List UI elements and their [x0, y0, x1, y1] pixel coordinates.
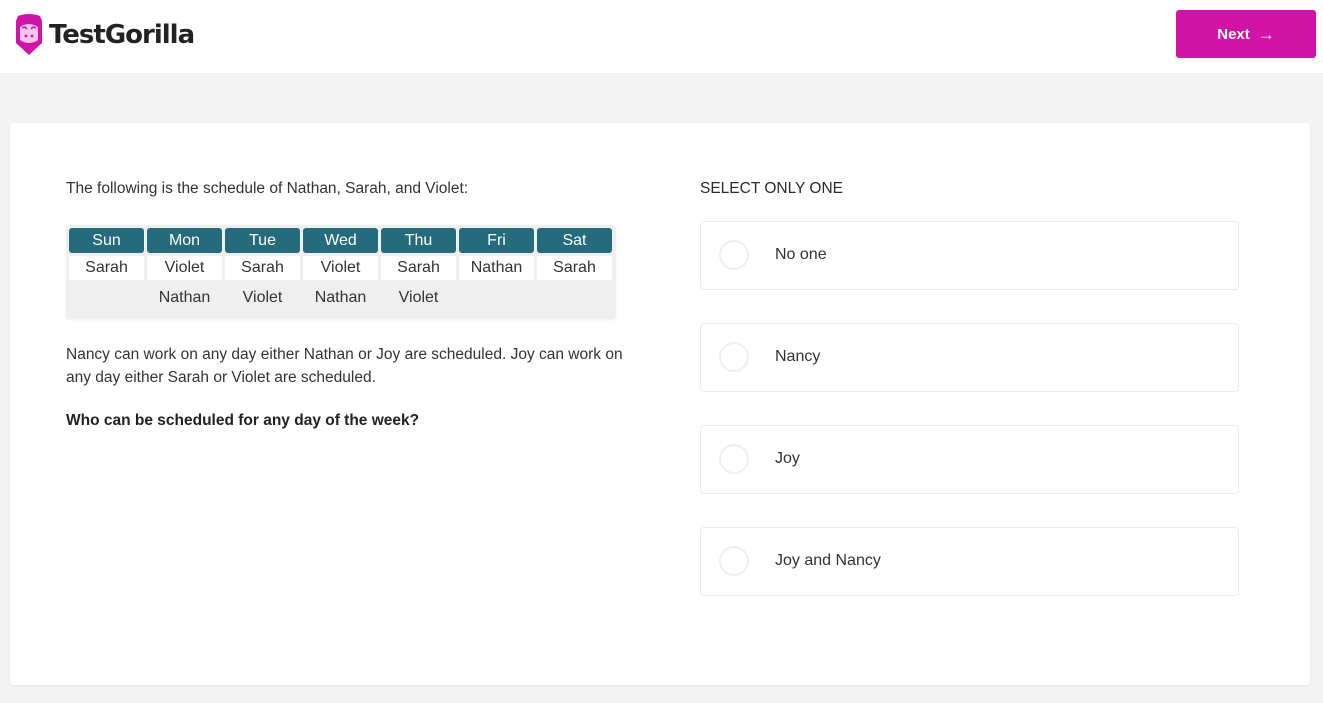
question-card: The following is the schedule of Nathan,… [10, 123, 1310, 685]
schedule-cell: Sarah [537, 256, 612, 280]
day-header: Fri [459, 228, 534, 253]
answer-option-joy[interactable]: Joy [700, 425, 1239, 494]
schedule-cell: Sarah [381, 256, 456, 280]
answer-option-label: Joy [775, 450, 800, 467]
radio-button[interactable] [719, 444, 749, 474]
question-description: Nancy can work on any day either Nathan … [66, 346, 623, 386]
schedule-grid: Sun Mon Tue Wed Thu Fri Sat Sarah Violet Sarah Vio… [69, 228, 612, 313]
schedule-cell [537, 283, 612, 313]
day-header: Wed [303, 228, 378, 253]
schedule-cell: Sarah [69, 256, 144, 280]
answer-option-label: No one [775, 246, 827, 263]
schedule-cell [69, 283, 144, 313]
answer-option-label: Nancy [775, 348, 821, 365]
answer-instruction: SELECT ONLY ONE [700, 180, 843, 197]
top-bar: TestGorilla Next → [0, 0, 1323, 74]
schedule-cell: Nathan [459, 256, 534, 280]
schedule-cell: Nathan [158, 289, 211, 306]
schedule-cell: Violet [147, 256, 222, 280]
day-header: Sun [69, 228, 144, 253]
schedule-cell: Sarah [225, 256, 300, 280]
schedule-cell: Violet [398, 289, 439, 306]
answer-option-nancy[interactable]: Nancy [700, 323, 1239, 392]
answer-option-no-one[interactable]: No one [700, 221, 1239, 290]
question-prompt: Who can be scheduled for any day of the … [66, 412, 420, 429]
brand-name: TestGorilla [49, 20, 195, 50]
schedule-cell: Violet [303, 256, 378, 280]
day-header: Mon [147, 228, 222, 253]
day-header: Tue [225, 228, 300, 253]
answer-option-label: Joy and Nancy [775, 552, 881, 569]
gorilla-logo-icon [16, 14, 42, 55]
answer-option-joy-and-nancy[interactable]: Joy and Nancy [700, 527, 1239, 596]
radio-button[interactable] [719, 342, 749, 372]
brand-logo[interactable]: TestGorilla [15, 13, 195, 57]
arrow-right-icon: → [1257, 24, 1275, 44]
schedule-intro: The following is the schedule of Nathan,… [66, 180, 469, 197]
next-button[interactable]: Next → [1176, 10, 1316, 58]
radio-button[interactable] [719, 546, 749, 576]
next-button-label: Next [1217, 25, 1250, 43]
day-header: Thu [381, 228, 456, 253]
day-header: Sat [537, 228, 612, 253]
schedule-table: Sun Mon Tue Wed Thu Fri Sat Sarah Violet Sarah Vio… [66, 225, 616, 319]
schedule-cell [459, 283, 534, 313]
schedule-cell: Nathan [314, 289, 367, 306]
radio-button[interactable] [719, 240, 749, 270]
schedule-cell: Violet [242, 289, 283, 306]
